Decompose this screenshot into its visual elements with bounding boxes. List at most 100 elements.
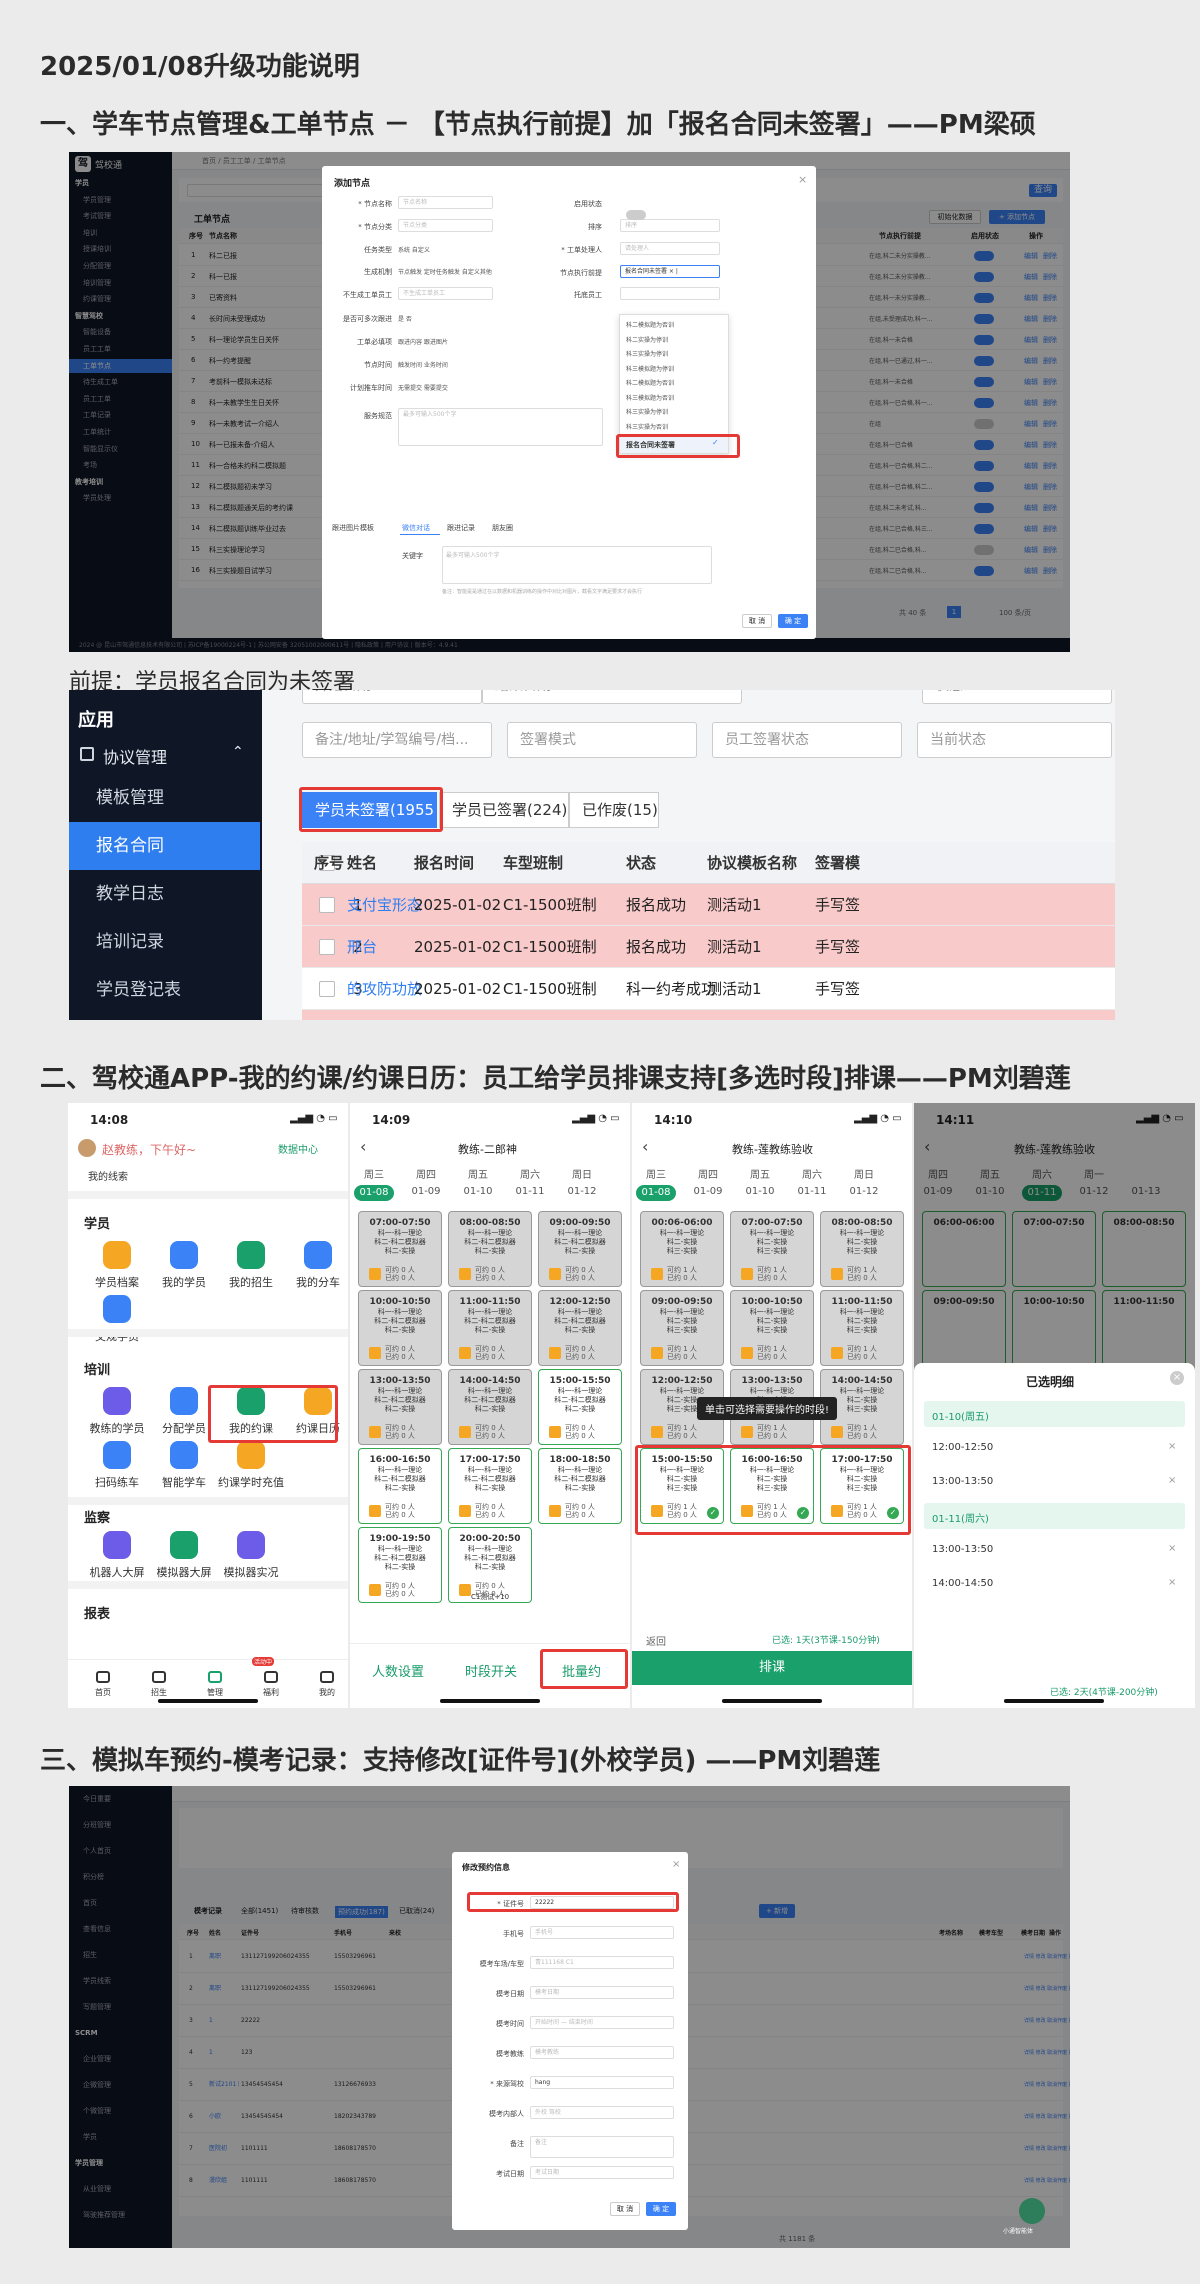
tab-label[interactable]: 我的 (292, 1687, 348, 1698)
row-checkbox[interactable] (319, 981, 335, 997)
tab-wechat[interactable]: 微信对话 (402, 523, 430, 533)
field-input[interactable]: 模考教练 (530, 2046, 674, 2059)
app-icon[interactable] (237, 1531, 265, 1559)
time-slot[interactable]: 10:00-10:50 科一-科一理论 科二-科二模拟器 科二-实操 可约 0 人已约 … (358, 1290, 442, 1366)
tab-voided[interactable]: 已作废(15) (569, 792, 659, 828)
service-spec-textarea[interactable]: 最多可输入500个字 (398, 408, 603, 446)
row-student-name[interactable]: 付即归日外 (347, 1010, 422, 1020)
premise-option[interactable]: 科三实操为否训 (626, 422, 668, 431)
field-input[interactable]: 不生成工单员工 (398, 287, 493, 300)
time-slot[interactable]: 20:00-20:50 科一-科一理论 科二-科二模拟器 科二-实操 可约 0 人已约 … (448, 1527, 532, 1603)
assistant-icon[interactable] (1019, 2198, 1045, 2224)
field-radio-group[interactable]: 无需提交 需要提交 (398, 383, 448, 392)
enabled-toggle[interactable] (626, 210, 646, 220)
selected-item[interactable]: 14:00-14:50 × (924, 1571, 1185, 1597)
time-slot[interactable]: 09:00-09:50 科一-科一理论 科二-科二模拟器 科二-实操 可约 0 人已约 … (538, 1211, 622, 1287)
close-icon[interactable]: × (1170, 1371, 1184, 1385)
date-tab[interactable]: 01-12 (844, 1185, 884, 1198)
date-tab[interactable]: 01-09 (406, 1185, 446, 1198)
nav-item[interactable]: 学员登记表 (69, 966, 260, 1014)
app-icon[interactable] (103, 1387, 131, 1415)
app-label[interactable]: 教练的学员 (82, 1420, 152, 1436)
chosen-summary[interactable]: 已选: 1天(3节课-150分钟) (772, 1633, 880, 1646)
field-radio-group[interactable]: 是 否 (398, 314, 412, 323)
selected-item[interactable]: 01-10(周五) (924, 1401, 1185, 1427)
row-student-name[interactable]: 邢台 (347, 926, 377, 968)
app-label[interactable]: 我的分车 (283, 1274, 348, 1290)
field-input[interactable]: 考试日期 (530, 2166, 674, 2179)
field-input[interactable]: 外校 驾校 (530, 2106, 674, 2119)
modal-close-icon[interactable]: × (672, 1859, 680, 1870)
remove-icon[interactable]: × (1168, 1577, 1176, 1588)
sign-mode-select[interactable]: 签署模式 (507, 722, 697, 758)
nav-item[interactable]: 模板管理 (69, 774, 260, 822)
time-slot[interactable]: 15:00-15:50 科一-科一理论 科二-科二模拟器 科二-实操 可约 0 人已约 … (538, 1369, 622, 1445)
premise-option[interactable]: 科二实操为停训 (626, 335, 668, 344)
keyword-input[interactable]: 最多可输入500个字 (442, 546, 712, 584)
selected-item[interactable]: 01-11(周六) (924, 1503, 1185, 1529)
field-input[interactable]: 模考日期 (530, 1986, 674, 1999)
tab-icon[interactable] (96, 1671, 110, 1683)
remove-icon[interactable]: × (1168, 1543, 1176, 1554)
app-icon[interactable] (170, 1531, 198, 1559)
field-radio-group[interactable]: 跟进内容 跟进图片 (398, 337, 448, 346)
modal-cancel-button[interactable]: 取 消 (610, 2202, 640, 2216)
back-arrow-icon[interactable]: ‹ (360, 1137, 366, 1156)
premise-option[interactable]: 科三模拟题为停训 (626, 364, 674, 373)
nav-item[interactable]: 教学日志 (69, 870, 260, 918)
app-label[interactable]: 约课学时充值 (216, 1474, 286, 1490)
app-icon[interactable] (103, 1441, 131, 1469)
app-icon[interactable] (237, 1241, 265, 1269)
nav-item[interactable]: 报名合同 (69, 822, 260, 870)
time-slot[interactable]: 19:00-19:50 科一-科一理论 科二-科二模拟器 科二-实操 可约 0 人已约 … (358, 1527, 442, 1603)
app-label[interactable]: 机器人大屏 (82, 1564, 152, 1580)
time-slot[interactable]: 00:06-06:00 科一-科一理论 科二-实操 科三-实操 可约 1 人已约 0 人 (640, 1211, 724, 1287)
people-setting-button[interactable]: 人数设置 (372, 1661, 424, 1680)
nav-group-agreement[interactable]: 协议管理 (103, 744, 167, 768)
time-slot[interactable]: 12:00-12:50 科一-科一理论 科二-科二模拟器 科二-实操 可约 0 人已约 … (538, 1290, 622, 1366)
start-date-input[interactable]: 开始日期 (302, 690, 482, 704)
premise-option[interactable]: 科二模拟题为否训 (626, 378, 674, 387)
field-input[interactable]: 排序 (620, 219, 720, 232)
time-slot[interactable]: 13:00-13:50 科一-科一理论 科二-科二模拟器 科二-实操 可约 0 人已约 … (358, 1369, 442, 1445)
tab-icon[interactable] (264, 1671, 278, 1683)
app-label[interactable]: 学员档案 (82, 1274, 152, 1290)
time-slot[interactable]: 11:00-11:50 科一-科一理论 科二-科二模拟器 科二-实操 可约 0 人已约 … (448, 1290, 532, 1366)
app-label[interactable]: 扫码练车 (82, 1474, 152, 1490)
modal-ok-button[interactable]: 确 定 (646, 2202, 676, 2216)
tab-follow[interactable]: 跟进记录 (447, 523, 475, 533)
date-tab[interactable]: 01-10 (458, 1185, 498, 1198)
app-label[interactable]: 模拟器大屏 (149, 1564, 219, 1580)
nav-item[interactable]: 培训记录 (69, 918, 260, 966)
staff-sign-status-select[interactable]: 员工签署状态 (712, 722, 902, 758)
modal-close-icon[interactable]: × (798, 173, 807, 186)
row-checkbox[interactable] (319, 897, 335, 913)
tab-signed[interactable]: 学员已签署(224) (439, 792, 569, 828)
schedule-button[interactable]: 排课 (632, 1651, 912, 1685)
app-icon[interactable] (170, 1441, 198, 1469)
remove-icon[interactable]: × (1168, 1441, 1176, 1452)
time-slot[interactable]: 17:00-17:50 科一-科一理论 科二-科二模拟器 科二-实操 可约 0 人已约 … (448, 1448, 532, 1524)
tab-icon[interactable] (208, 1671, 222, 1683)
date-tab[interactable]: 01-08 (354, 1185, 394, 1201)
time-slot[interactable]: 14:00-14:50 科一-科一理论 科二-科二模拟器 科二-实操 可约 0 人已约 … (448, 1369, 532, 1445)
app-label[interactable]: 我的学员 (149, 1274, 219, 1290)
modal-cancel-button[interactable]: 取 消 (742, 614, 772, 628)
tab-icon[interactable] (152, 1671, 166, 1683)
app-icon[interactable] (103, 1295, 131, 1323)
premise-option[interactable]: 科三模拟题为否训 (626, 393, 674, 402)
app-label[interactable]: 模拟器实况 (216, 1564, 286, 1580)
app-icon[interactable] (237, 1441, 265, 1469)
time-slot[interactable]: 08:00-08:50 科一-科一理论 科二-实操 科三-实操 可约 1 人已约 0 人 (820, 1211, 904, 1287)
current-status-select[interactable]: 当前状态 (917, 722, 1112, 758)
selected-item[interactable]: 12:00-12:50 × (924, 1435, 1185, 1461)
status-select[interactable]: 状态 (922, 690, 1112, 704)
time-slot[interactable]: 10:00-10:50 科一-科一理论 科二-实操 科三-实操 可约 1 人已约 0 人 (730, 1290, 814, 1366)
field-input[interactable]: 备注 (530, 2136, 674, 2158)
premise-option[interactable]: 科三实操为停训 (626, 349, 668, 358)
field-input[interactable] (620, 287, 720, 300)
time-slot[interactable]: 11:00-11:50 科一-科一理论 科二-实操 科三-实操 可约 1 人已约 0 人 (820, 1290, 904, 1366)
app-icon[interactable] (170, 1241, 198, 1269)
remove-icon[interactable]: × (1168, 1475, 1176, 1486)
field-input[interactable]: 青111168 C1 (530, 1956, 674, 1969)
